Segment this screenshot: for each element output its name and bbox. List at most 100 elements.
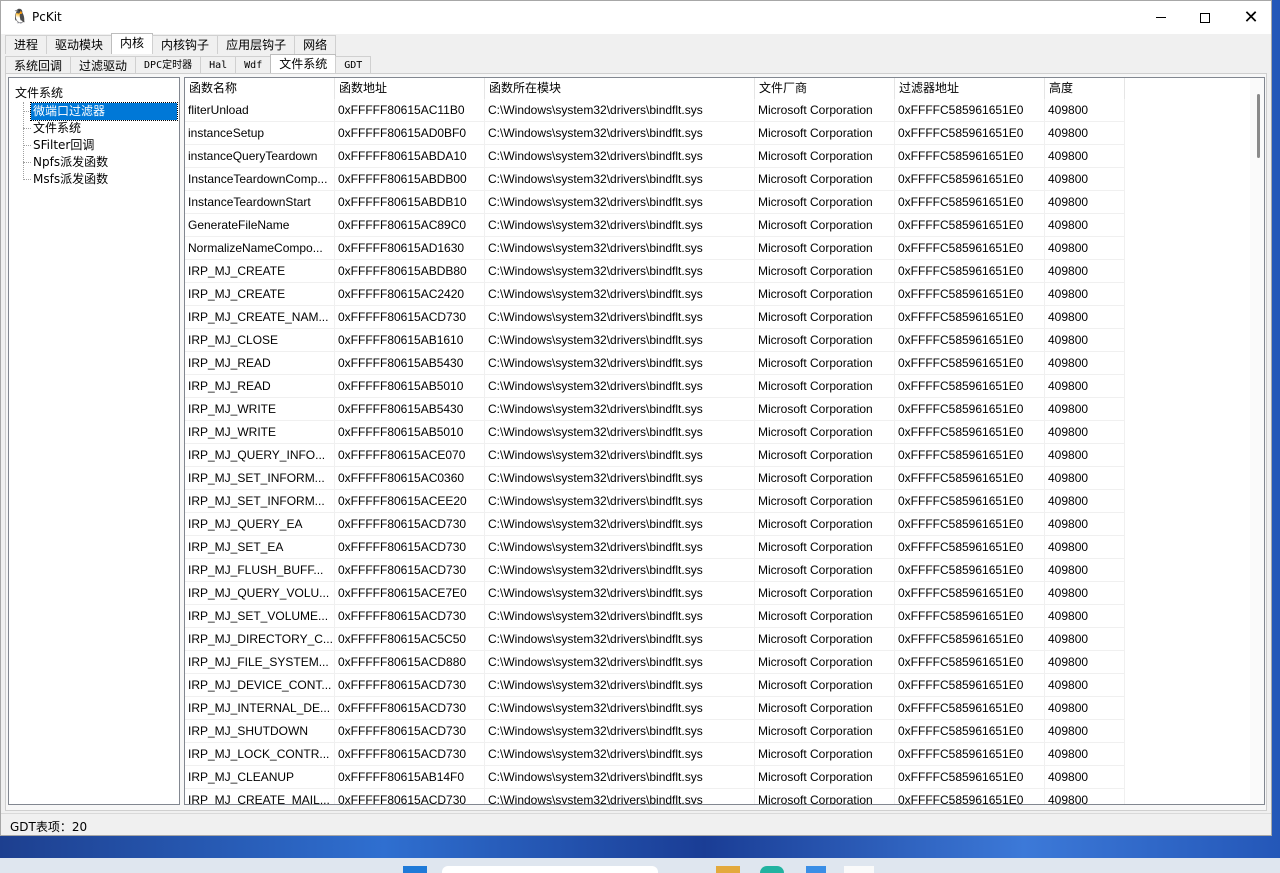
table-row[interactable]: fliterUnload 0xFFFFF80615AC11B0 C:\Windows… <box>185 99 1125 122</box>
cell-altitude: 409800 <box>1045 628 1125 651</box>
table-row[interactable]: instanceSetup 0xFFFFF80615AD0BF0 C:\Window… <box>185 122 1125 145</box>
cell-filter-address: 0xFFFFC585961651E0 <box>895 375 1045 398</box>
cell-function-address: 0xFFFFF80615AB14F0 <box>335 766 485 789</box>
table-row[interactable]: IRP_MJ_CLEANUP 0xFFFFF80615AB14F0 C:\Windo… <box>185 766 1125 789</box>
table-row[interactable]: IRP_MJ_FILE_SYSTEM... 0xFFFFF80615ACD880 C… <box>185 651 1125 674</box>
close-button[interactable]: ✕ <box>1228 1 1274 34</box>
table-row[interactable]: IRP_MJ_SHUTDOWN 0xFFFFF80615ACD730 C:\Wind… <box>185 720 1125 743</box>
table-row[interactable]: IRP_MJ_CREATE_MAIL... 0xFFFFF80615ACD730 C… <box>185 789 1125 804</box>
cell-altitude: 409800 <box>1045 513 1125 536</box>
table-row[interactable]: IRP_MJ_SET_VOLUME... 0xFFFFF80615ACD730 C:… <box>185 605 1125 628</box>
cell-altitude: 409800 <box>1045 237 1125 260</box>
tree-item-npfs-dispatch[interactable]: Npfs派发函数 <box>31 154 110 171</box>
taskbar-app-icon[interactable] <box>806 866 826 873</box>
cell-function-address: 0xFFFFF80615ACD730 <box>335 306 485 329</box>
tree-root[interactable]: 文件系统 <box>15 84 63 101</box>
tree-item-minifilter[interactable]: 微端口过滤器 <box>30 102 178 121</box>
cell-function-address: 0xFFFFF80615ACD730 <box>335 674 485 697</box>
pckit-taskbar-icon[interactable] <box>844 866 874 873</box>
cell-vendor: Microsoft Corporation <box>755 260 895 283</box>
column-header-altitude[interactable]: 高度 <box>1045 78 1125 99</box>
table-row[interactable]: IRP_MJ_SET_EA 0xFFFFF80615ACD730 C:\Window… <box>185 536 1125 559</box>
table-row[interactable]: IRP_MJ_CREATE_NAM... 0xFFFFF80615ACD730 C:… <box>185 306 1125 329</box>
table-row[interactable]: IRP_MJ_READ 0xFFFFF80615AB5430 C:\Windows\… <box>185 352 1125 375</box>
category-tree[interactable]: 文件系统 微端口过滤器 文件系统 SFilter回调 Npfs派发函数 Msfs… <box>8 77 180 805</box>
maximize-icon <box>1200 12 1210 23</box>
browser-icon[interactable] <box>760 866 784 873</box>
table-row[interactable]: IRP_MJ_LOCK_CONTR... 0xFFFFF80615ACD730 C:… <box>185 743 1125 766</box>
table-row[interactable]: IRP_MJ_FLUSH_BUFF... 0xFFFFF80615ACD730 C:… <box>185 559 1125 582</box>
cell-module: C:\Windows\system32\drivers\bindflt.sys <box>485 168 755 191</box>
cell-function-name: IRP_MJ_FLUSH_BUFF... <box>185 559 335 582</box>
table-row[interactable]: GenerateFileName 0xFFFFF80615AC89C0 C:\Win… <box>185 214 1125 237</box>
table-row[interactable]: InstanceTeardownComp... 0xFFFFF80615ABDB0… <box>185 168 1125 191</box>
cell-vendor: Microsoft Corporation <box>755 191 895 214</box>
column-header-filter-address[interactable]: 过滤器地址 <box>895 78 1045 99</box>
cell-vendor: Microsoft Corporation <box>755 352 895 375</box>
table-row[interactable]: NormalizeNameCompo... 0xFFFFF80615AD1630 C… <box>185 237 1125 260</box>
table-row[interactable]: InstanceTeardownStart 0xFFFFF80615ABDB10 C… <box>185 191 1125 214</box>
cell-function-name: IRP_MJ_SHUTDOWN <box>185 720 335 743</box>
cell-vendor: Microsoft Corporation <box>755 214 895 237</box>
table-row[interactable]: IRP_MJ_CREATE 0xFFFFF80615ABDB80 C:\Window… <box>185 260 1125 283</box>
tree-guide-line <box>23 102 24 180</box>
cell-vendor: Microsoft Corporation <box>755 582 895 605</box>
table-row[interactable]: instanceQueryTeardown 0xFFFFF80615ABDA10 C… <box>185 145 1125 168</box>
column-header-function-name[interactable]: 函数名称 <box>185 78 335 99</box>
cell-filter-address: 0xFFFFC585961651E0 <box>895 260 1045 283</box>
close-icon: ✕ <box>1243 7 1259 28</box>
tab-kernel[interactable]: 内核 <box>111 33 154 54</box>
file-explorer-icon[interactable] <box>716 866 740 873</box>
tab-driver-modules[interactable]: 驱动模块 <box>46 35 113 54</box>
function-list[interactable]: 函数名称 函数地址 函数所在模块 文件厂商 过滤器地址 高度 fliterUnl… <box>184 77 1265 805</box>
tree-item-sfilter-callbacks[interactable]: SFilter回调 <box>31 137 96 154</box>
cell-filter-address: 0xFFFFC585961651E0 <box>895 720 1045 743</box>
start-icon[interactable] <box>403 866 427 873</box>
table-row[interactable]: IRP_MJ_CREATE 0xFFFFF80615AC2420 C:\Window… <box>185 283 1125 306</box>
column-header-vendor[interactable]: 文件厂商 <box>755 78 895 99</box>
column-header-module[interactable]: 函数所在模块 <box>485 78 755 99</box>
tree-item-file-system[interactable]: 文件系统 <box>31 120 83 137</box>
cell-function-name: IRP_MJ_QUERY_VOLU... <box>185 582 335 605</box>
cell-filter-address: 0xFFFFC585961651E0 <box>895 352 1045 375</box>
table-row[interactable]: IRP_MJ_DEVICE_CONT... 0xFFFFF80615ACD730 C… <box>185 674 1125 697</box>
cell-altitude: 409800 <box>1045 467 1125 490</box>
table-row[interactable]: IRP_MJ_SET_INFORM... 0xFFFFF80615ACEE20 C:… <box>185 490 1125 513</box>
table-row[interactable]: IRP_MJ_INTERNAL_DE... 0xFFFFF80615ACD730 C… <box>185 697 1125 720</box>
minimize-button[interactable] <box>1138 1 1184 34</box>
scroll-thumb[interactable] <box>1257 94 1260 158</box>
cell-filter-address: 0xFFFFC585961651E0 <box>895 513 1045 536</box>
maximize-button[interactable] <box>1182 1 1228 34</box>
tab-file-system[interactable]: 文件系统 <box>270 54 337 75</box>
taskbar-search-box[interactable] <box>442 866 658 873</box>
tree-item-msfs-dispatch[interactable]: Msfs派发函数 <box>31 171 110 188</box>
table-row[interactable]: IRP_MJ_CLOSE 0xFFFFF80615AB1610 C:\Windows… <box>185 329 1125 352</box>
table-row[interactable]: IRP_MJ_READ 0xFFFFF80615AB5010 C:\Windows\… <box>185 375 1125 398</box>
cell-filter-address: 0xFFFFC585961651E0 <box>895 582 1045 605</box>
table-row[interactable]: IRP_MJ_QUERY_VOLU... 0xFFFFF80615ACE7E0 C:… <box>185 582 1125 605</box>
table-row[interactable]: IRP_MJ_WRITE 0xFFFFF80615AB5430 C:\Windows… <box>185 398 1125 421</box>
table-row[interactable]: IRP_MJ_QUERY_INFO... 0xFFFFF80615ACE070 C:… <box>185 444 1125 467</box>
cell-function-name: IRP_MJ_CREATE <box>185 283 335 306</box>
cell-vendor: Microsoft Corporation <box>755 375 895 398</box>
status-bar: GDT表项：20 <box>1 813 1271 835</box>
table-row[interactable]: IRP_MJ_QUERY_EA 0xFFFFF80615ACD730 C:\Wind… <box>185 513 1125 536</box>
table-row[interactable]: IRP_MJ_WRITE 0xFFFFF80615AB5010 C:\Windows… <box>185 421 1125 444</box>
cell-module: C:\Windows\system32\drivers\bindflt.sys <box>485 260 755 283</box>
cell-module: C:\Windows\system32\drivers\bindflt.sys <box>485 283 755 306</box>
cell-altitude: 409800 <box>1045 398 1125 421</box>
table-row[interactable]: IRP_MJ_DIRECTORY_C... 0xFFFFF80615AC5C50 C… <box>185 628 1125 651</box>
cell-module: C:\Windows\system32\drivers\bindflt.sys <box>485 651 755 674</box>
tab-kernel-hooks[interactable]: 内核钩子 <box>152 35 219 54</box>
cell-filter-address: 0xFFFFC585961651E0 <box>895 743 1045 766</box>
table-row[interactable]: IRP_MJ_SET_INFORM... 0xFFFFF80615AC0360 C:… <box>185 467 1125 490</box>
main-tab-bar: 进程 驱动模块 内核 内核钩子 应用层钩子 网络 <box>5 33 337 54</box>
cell-function-name: IRP_MJ_READ <box>185 375 335 398</box>
vertical-scrollbar[interactable] <box>1250 78 1264 804</box>
tab-network[interactable]: 网络 <box>294 35 337 54</box>
tab-user-hooks[interactable]: 应用层钩子 <box>217 35 296 54</box>
column-header-function-address[interactable]: 函数地址 <box>335 78 485 99</box>
tab-process[interactable]: 进程 <box>5 35 48 54</box>
cell-filter-address: 0xFFFFC585961651E0 <box>895 145 1045 168</box>
title-bar[interactable]: 🐧 PcKit ✕ <box>1 1 1271 34</box>
